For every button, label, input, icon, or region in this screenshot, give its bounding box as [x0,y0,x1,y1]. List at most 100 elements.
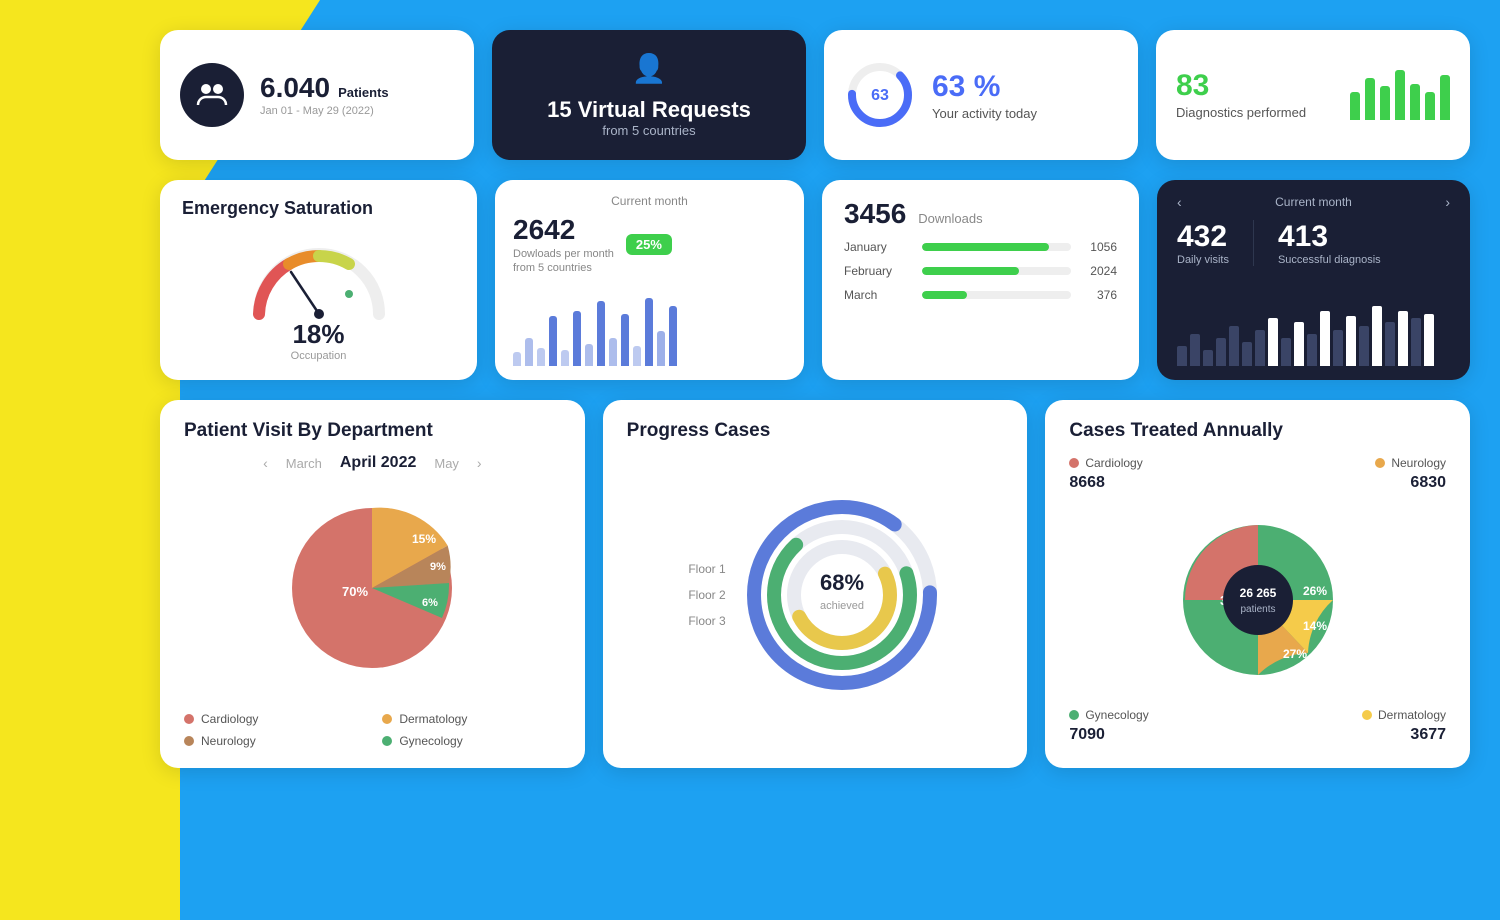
db-4 [1216,338,1226,366]
legend-neurology: Neurology [184,734,362,748]
bar-4 [1395,70,1405,120]
daily-visits-label: Daily visits [1177,254,1229,266]
monthly-num-wrap: 2642 Dowloads per month from 5 countries [513,214,614,274]
cta-legend-gynecology: Gynecology 7090 [1069,708,1148,744]
stats-dark-card: ‹ Current month › 432 Daily visits 413 S… [1157,180,1470,380]
monthly-bars-chart [513,296,786,366]
diagnostics-label: Diagnostics performed [1176,105,1306,120]
legend-label-dermatology: Dermatology [399,712,467,726]
bar-6 [1425,92,1435,120]
cta-num-gynecology: 7090 [1069,726,1148,744]
db-17 [1385,322,1395,366]
svg-text:27%: 27% [1283,647,1307,661]
row-2: Emergency Saturation 18% [160,180,1470,380]
floor-labels-row: Floor 1 Floor 2 Floor 3 [688,485,941,705]
dl-bar-feb [922,267,1019,275]
emergency-card: Emergency Saturation 18% [160,180,477,380]
db-1 [1177,346,1187,366]
progress-rings-svg: 68% achieved [742,495,942,695]
monthly-title: Current month [513,194,786,208]
pvd-nav: ‹ March April 2022 May › [184,454,561,472]
stats-dark-nums: 432 Daily visits 413 Successful diagnosi… [1177,220,1450,266]
next-arrow[interactable]: › [1445,194,1450,210]
gauge-container: 18% Occupation [182,227,455,368]
patients-number: 6.040 [260,74,330,102]
db-7 [1255,330,1265,366]
cta-dot-neurology [1375,458,1385,468]
dl-number: 3456 [844,198,906,230]
dl-val-mar: 376 [1081,288,1117,302]
bar-2 [1365,78,1375,120]
progress-rings: 68% achieved [742,495,942,695]
dl-row-feb: February 2024 [844,264,1117,278]
legend-label-neurology: Neurology [201,734,256,748]
cta-dot-gynecology [1069,710,1079,720]
gauge-sub: Occupation [291,350,347,362]
cta-label-gynecology: Gynecology [1085,708,1148,722]
cta-legend-neurology-header: Neurology [1375,456,1446,470]
pvd-next-month[interactable]: May [434,456,459,471]
row-3: Patient Visit By Department ‹ March Apri… [160,400,1470,768]
cta-dot-dermatology [1362,710,1372,720]
daily-visits-block: 432 Daily visits [1177,220,1253,266]
db-16 [1372,306,1382,366]
stats-dark-title: Current month [1275,195,1352,209]
bar-5 [1410,84,1420,120]
pvd-card: Patient Visit By Department ‹ March Apri… [160,400,585,768]
cta-dot-cardiology [1069,458,1079,468]
pvd-prev-arrow[interactable]: ‹ [263,455,268,471]
downloads-card: 3456 Downloads January 1056 February 202… [822,180,1139,380]
pvd-prev-month[interactable]: March [286,456,322,471]
cta-legend-neurology: Neurology 6830 [1375,456,1446,492]
diagnostics-bars [1350,70,1450,120]
successful-label: Successful diagnosis [1278,254,1381,266]
floor-3-label: Floor 3 [688,614,725,628]
svg-text:70%: 70% [342,584,368,599]
db-5 [1229,326,1239,366]
dl-bar-wrap-jan [922,243,1071,251]
floor-1-label: Floor 1 [688,562,725,576]
virtual-card: 👤 15 Virtual Requests from 5 countries [492,30,806,160]
cta-legend-dermatology: Dermatology 3677 [1362,708,1446,744]
cta-legend-dermatology-header: Dermatology [1362,708,1446,722]
svg-text:63: 63 [871,87,889,104]
monthly-sub2: from 5 countries [513,262,614,274]
svg-text:9%: 9% [430,561,446,573]
legend-dermatology: Dermatology [382,712,560,726]
diagnostics-card: 83 Diagnostics performed [1156,30,1470,160]
activity-label: Your activity today [932,106,1037,121]
db-8 [1268,318,1278,366]
svg-text:26 265: 26 265 [1239,586,1276,600]
cta-legend-cardiology-header: Cardiology [1069,456,1142,470]
monthly-card: Current month 2642 Dowloads per month fr… [495,180,804,380]
stats-dark-header: ‹ Current month › [1177,194,1450,210]
db-19 [1411,318,1421,366]
virtual-info: 15 Virtual Requests from 5 countries [547,97,751,138]
cta-legend-bottom: Gynecology 7090 Dermatology 3677 [1069,708,1446,744]
successful-num: 413 [1278,220,1381,254]
svg-text:6%: 6% [422,597,438,609]
pvd-next-arrow[interactable]: › [477,455,482,471]
legend-gynecology: Gynecology [382,734,560,748]
virtual-icon: 👤 [632,52,667,85]
virtual-label: Virtual Requests [578,97,751,122]
bar-7 [1440,75,1450,120]
gauge-percent: 18% [292,319,344,350]
dl-label: Downloads [918,211,982,226]
emergency-title: Emergency Saturation [182,198,455,219]
pvd-pie: 70% 15% 9% 6% [272,488,472,688]
legend-label-gynecology: Gynecology [399,734,462,748]
svg-text:26%: 26% [1303,584,1327,598]
dl-month-jan: January [844,240,912,254]
pvd-title: Patient Visit By Department [184,420,561,442]
svg-text:68%: 68% [820,570,864,595]
cta-label-dermatology: Dermatology [1378,708,1446,722]
prev-arrow[interactable]: ‹ [1177,194,1182,210]
legend-cardiology: Cardiology [184,712,362,726]
monthly-number: 2642 [513,214,614,246]
svg-text:patients: patients [1240,604,1275,615]
patients-icon [180,63,244,127]
gauge-svg [239,234,399,329]
bar-1 [1350,92,1360,120]
row-1: 6.040 Patients Jan 01 - May 29 (2022) 👤 … [160,30,1470,160]
